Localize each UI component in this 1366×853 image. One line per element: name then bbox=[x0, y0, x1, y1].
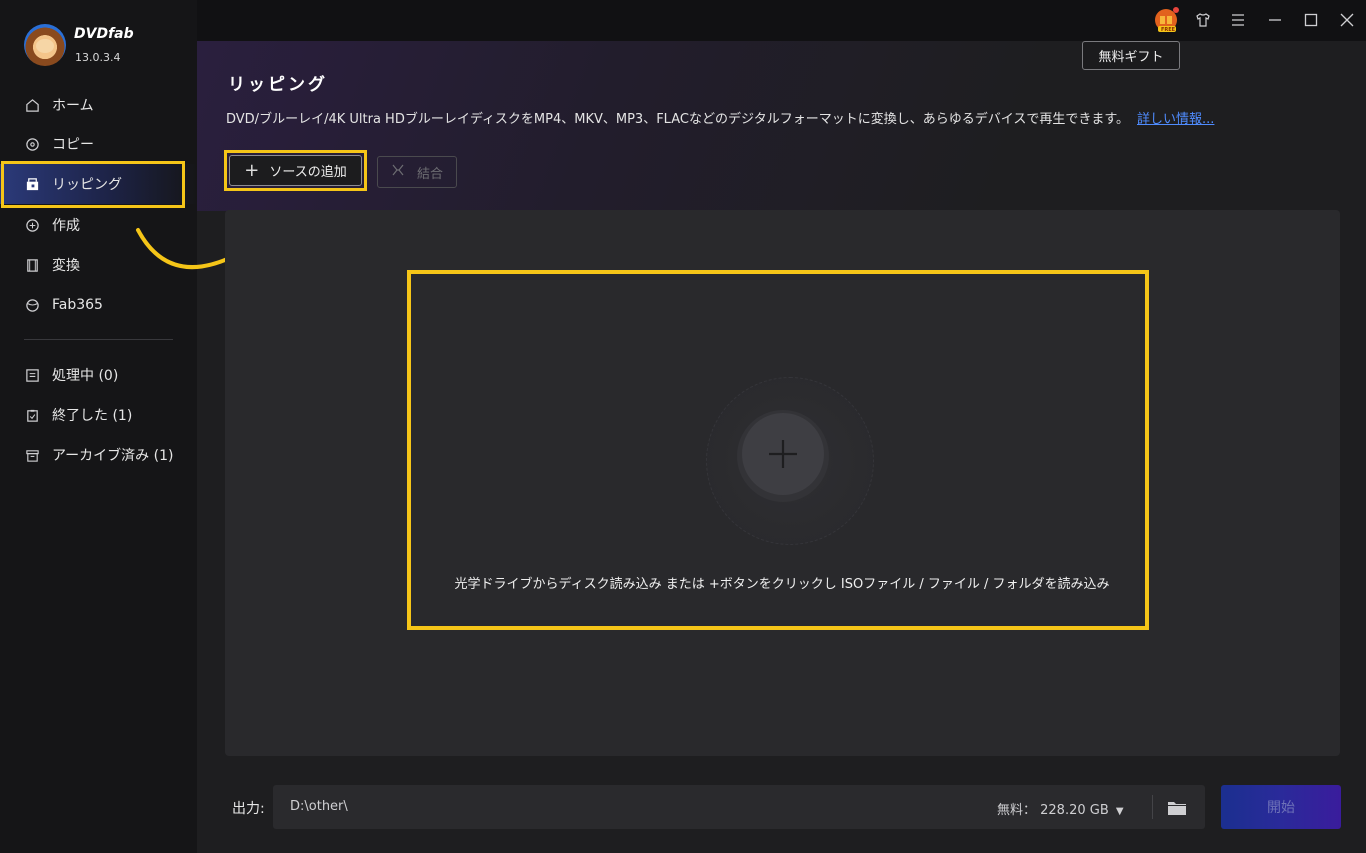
merge-icon bbox=[391, 163, 405, 181]
sidebar: DVDfab 13.0.3.4 ホーム コピー リッピング 作成 変換 Fab3… bbox=[0, 0, 276, 853]
menu-icon[interactable] bbox=[1226, 8, 1250, 32]
sidebar-item-copy[interactable]: コピー bbox=[0, 124, 197, 164]
sidebar-item-label: ホーム bbox=[52, 98, 94, 114]
shirt-skin-icon[interactable] bbox=[1191, 8, 1215, 32]
archive-icon bbox=[24, 447, 40, 463]
sidebar-item-label: 作成 bbox=[52, 218, 80, 234]
free-space-text: 無料： 228.20 GB bbox=[997, 803, 1109, 818]
sidebar-item-archived[interactable]: アーカイブ済み (1) bbox=[0, 435, 197, 475]
free-gift-icon[interactable]: FREE bbox=[1153, 6, 1181, 34]
home-icon bbox=[24, 97, 40, 113]
plus-icon: + bbox=[244, 160, 260, 181]
sidebar-item-finished[interactable]: 終了した (1) bbox=[0, 395, 197, 435]
sidebar-item-label: Fab365 bbox=[52, 297, 103, 313]
app-version: 13.0.3.4 bbox=[75, 51, 121, 64]
maximize-icon[interactable] bbox=[1299, 8, 1323, 32]
sidebar-item-processing[interactable]: 処理中 (0) bbox=[0, 355, 197, 395]
film-icon bbox=[24, 257, 40, 273]
task-list-icon bbox=[24, 367, 40, 383]
minimize-icon[interactable] bbox=[1263, 8, 1287, 32]
app-name: DVDfab bbox=[74, 26, 134, 42]
page-description: DVD/ブルーレイ/4K Ultra HDブルーレイディスクをMP4、MKV、M… bbox=[226, 108, 1214, 127]
free-space-dropdown[interactable]: 無料： 228.20 GB ▼ bbox=[997, 799, 1124, 818]
free-badge-label: FREE bbox=[1161, 27, 1176, 33]
add-source-label: ソースの追加 bbox=[269, 165, 347, 180]
close-icon[interactable] bbox=[1335, 8, 1359, 32]
copy-disc-icon bbox=[24, 136, 40, 152]
output-label: 出力: bbox=[232, 801, 265, 817]
output-path-value: D:\other\ bbox=[290, 799, 348, 814]
merge-label: 結合 bbox=[416, 166, 443, 182]
sidebar-item-label: コピー bbox=[52, 137, 94, 153]
clipboard-check-icon bbox=[24, 407, 40, 423]
creator-icon bbox=[24, 217, 40, 233]
dvdfab-logo bbox=[24, 24, 66, 66]
free-gift-tooltip: 無料ギフト bbox=[1082, 41, 1180, 70]
sidebar-item-fab365[interactable]: Fab365 bbox=[0, 285, 197, 325]
description-text: DVD/ブルーレイ/4K Ultra HDブルーレイディスクをMP4、MKV、M… bbox=[226, 112, 1130, 127]
drop-area-highlight-box bbox=[407, 270, 1149, 630]
folder-icon[interactable] bbox=[1167, 797, 1187, 817]
merge-button[interactable]: 結合 bbox=[377, 156, 457, 188]
sidebar-item-label: 処理中 (0) bbox=[52, 368, 119, 384]
sidebar-item-home[interactable]: ホーム bbox=[0, 85, 197, 125]
output-separator bbox=[1152, 795, 1153, 819]
sidebar-item-label: 変換 bbox=[52, 258, 80, 274]
more-info-link[interactable]: 詳しい情報... bbox=[1137, 112, 1214, 127]
add-source-button[interactable]: + ソースの追加 bbox=[229, 155, 362, 186]
fab365-icon bbox=[24, 297, 40, 313]
sidebar-divider bbox=[24, 339, 173, 340]
page-title: リッピング bbox=[228, 75, 328, 95]
sidebar-item-label: アーカイブ済み (1) bbox=[52, 448, 174, 464]
caret-down-icon: ▼ bbox=[1115, 806, 1124, 817]
add-source-highlight-box: + ソースの追加 bbox=[224, 150, 367, 191]
start-button[interactable]: 開始 bbox=[1221, 785, 1341, 829]
sidebar-item-label: 終了した (1) bbox=[52, 408, 133, 424]
